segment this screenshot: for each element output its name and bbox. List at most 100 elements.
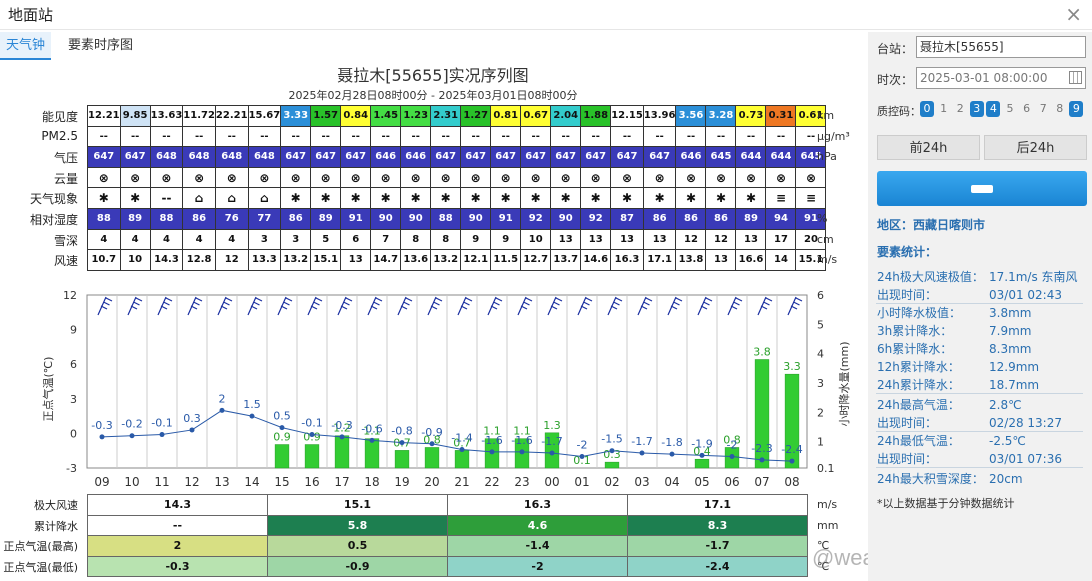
x-tick: 11	[154, 475, 169, 489]
tab-weather-clock[interactable]: 天气钟	[0, 32, 52, 60]
grid-cell: 5	[310, 228, 342, 251]
grid-cell: 646	[675, 146, 707, 168]
time-input[interactable]: 2025-03-01 08:00:00	[916, 67, 1086, 89]
grid-cell: 648	[214, 146, 249, 168]
precip-label: 3.3	[783, 360, 801, 373]
sidebar: 台站： 聂拉木[55655] 时次： 2025-03-01 08:00:00 质…	[868, 32, 1092, 581]
weather-clock-grid: 12.21 9.85 13.63 11.72 22.21 15.67 3.33 1.57 0.8…	[87, 105, 827, 271]
qc-label: 质控码：	[877, 105, 921, 118]
grid-cell: 647	[340, 146, 372, 168]
temp-label: -0.3	[91, 419, 112, 432]
temp-point	[489, 449, 495, 455]
grid-cell: ⊗	[182, 166, 216, 189]
grid-cell: 645	[705, 146, 737, 168]
stat-row: 3h累计降水： 7.9mm	[877, 322, 1031, 339]
grid-cell: ✱	[580, 187, 612, 209]
stat-value: 03/01 02:43	[989, 288, 1062, 302]
x-tick: 02	[604, 475, 619, 489]
grid-cell: 648	[149, 146, 184, 168]
grid-cell: 11.5	[490, 249, 522, 271]
qc-code-toggle[interactable]: 9	[1069, 101, 1084, 117]
temp-label: 0.5	[273, 410, 291, 423]
qc-code-toggle[interactable]: 3	[969, 101, 984, 117]
grid-cell: 12	[214, 249, 249, 271]
y-tick-right: 6	[817, 289, 824, 302]
tab-element-timeseries[interactable]: 要素时序图	[62, 32, 139, 60]
grid-cell: 91	[340, 207, 372, 230]
stat-value: 20cm	[989, 472, 1023, 486]
x-tick: 18	[364, 475, 379, 489]
station-input[interactable]: 聂拉木[55655]	[916, 36, 1086, 58]
qc-code-toggle[interactable]: 6	[1020, 101, 1034, 117]
qc-code-toggle[interactable]: 4	[986, 101, 1001, 117]
qc-code-toggle[interactable]: 5	[1003, 101, 1017, 117]
grid-cell: ⊗	[765, 166, 797, 189]
close-icon[interactable]: ×	[1065, 2, 1082, 26]
stat-key: 24h极大风速极值：	[877, 270, 984, 284]
x-tick: 03	[634, 475, 649, 489]
grid-cell: 0.73	[735, 105, 767, 127]
qc-code-toggle[interactable]: 7	[1036, 101, 1050, 117]
qc-code-toggle[interactable]: 8	[1053, 101, 1067, 117]
grid-cell: --	[400, 125, 432, 148]
grid-row-label: 能见度	[41, 110, 78, 124]
next-24h-button[interactable]: 后24h	[984, 135, 1087, 160]
summary-cell: -2	[447, 555, 628, 577]
grid-cell: --	[182, 125, 216, 148]
summary-row-label: 正点气温(最低)	[3, 560, 78, 574]
grid-cell: 86	[280, 207, 312, 230]
summary-cell: 16.3	[447, 494, 628, 516]
stat-key: 24h最低气温：	[877, 434, 960, 448]
grid-row-unit: hPa	[817, 150, 837, 164]
stat-row: 24h最高气温： 2.8℃	[877, 396, 1022, 413]
grid-cell: ✱	[119, 187, 151, 209]
temp-label: 1.5	[243, 398, 261, 411]
grid-cell: 88	[87, 207, 121, 230]
temp-label: -0.3	[331, 419, 352, 432]
grid-cell: 88	[430, 207, 462, 230]
temp-point	[579, 453, 585, 459]
y-axis-right-label: 小时降水量(mm)	[837, 341, 851, 426]
stat-row: 24h最低气温： -2.5℃	[877, 432, 1026, 449]
y-tick-right: 5	[817, 318, 824, 331]
grid-cell: 11.72	[182, 105, 216, 127]
temp-label: -2.3	[751, 442, 772, 455]
grid-cell: ✱	[705, 187, 737, 209]
grid-cell: 13.8	[675, 249, 707, 271]
grid-cell: --	[490, 125, 522, 148]
grid-cell: 647	[310, 146, 342, 168]
temp-point	[459, 447, 465, 453]
grid-cell: ⊗	[400, 166, 432, 189]
qc-code-toggle[interactable]: 0	[920, 101, 934, 117]
stat-key: 出现时间：	[877, 452, 938, 466]
grid-cell: ✱	[550, 187, 582, 209]
grid-row-pressure: 647 647 648 648 648 648 647 647 647 646 646 647 647 6…	[87, 146, 827, 168]
grid-row-label: 气压	[53, 151, 78, 166]
calendar-icon[interactable]	[1069, 71, 1082, 84]
temp-point	[669, 451, 675, 457]
grid-cell: 12.15	[610, 105, 644, 127]
grid-row-label: 风速	[53, 254, 78, 269]
stat-key: 3h累计降水：	[877, 324, 953, 338]
temp-point	[249, 413, 255, 419]
time-value: 2025-03-01 08:00:00	[920, 71, 1048, 85]
prev-24h-button[interactable]: 前24h	[877, 135, 980, 160]
qc-code-toggle[interactable]: 2	[953, 101, 967, 117]
grid-cell: 647	[520, 146, 552, 168]
qc-code-toggle[interactable]: 1	[937, 101, 951, 117]
grid-cell: 86	[675, 207, 707, 230]
grid-row-label: 云量	[53, 171, 78, 186]
precip-bar	[424, 447, 440, 469]
grid-cell: 647	[280, 146, 312, 168]
grid-row-label: 雪深	[53, 233, 78, 248]
window-title: 地面站	[8, 6, 54, 24]
grid-row-snow-depth: 4 4 4 4 4 3 3 5 6 7 8 8 9 9 10 13 13 13 13 12 12 13 17 20	[87, 228, 827, 251]
grid-cell: ✱	[642, 187, 677, 209]
grid-row-unit: km	[817, 109, 835, 122]
play-button[interactable]	[877, 171, 1087, 206]
y-tick-left: 6	[70, 358, 77, 371]
temp-point	[519, 449, 525, 455]
grid-cell: 647	[119, 146, 151, 168]
time-label: 时次：	[877, 73, 914, 87]
grid-cell: 13	[580, 228, 612, 251]
